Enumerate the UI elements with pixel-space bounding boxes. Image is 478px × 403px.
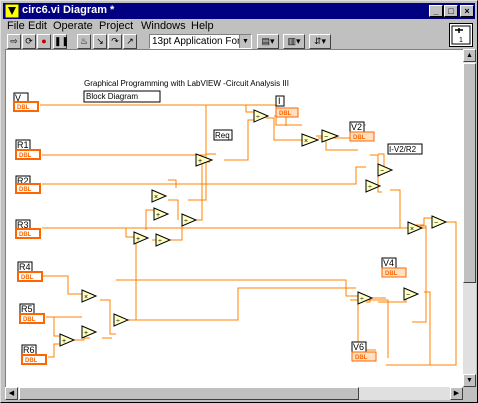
label-Req: Req xyxy=(213,129,233,141)
connector-pane-label: 1 xyxy=(459,37,463,44)
svg-text:R4: R4 xyxy=(19,262,31,272)
menu-bar: File Edit Operate Project Windows Help xyxy=(3,19,475,33)
control-R4[interactable]: R4 DBL xyxy=(17,261,43,282)
step-into-icon[interactable]: ↘ xyxy=(93,34,107,49)
svg-text:÷: ÷ xyxy=(116,318,120,325)
svg-text:Req: Req xyxy=(215,131,230,140)
control-R5[interactable]: R5 DBL xyxy=(19,303,45,324)
svg-text:×: × xyxy=(410,226,414,233)
run-arrow-icon[interactable]: ⇨ xyxy=(7,34,21,49)
svg-text:×: × xyxy=(304,138,308,145)
scroll-left-icon[interactable]: ◀ xyxy=(5,387,18,400)
control-R3[interactable]: R3 DBL xyxy=(15,219,41,239)
connector-pane-icon[interactable]: 1 xyxy=(449,23,473,47)
svg-text:+: + xyxy=(62,338,66,345)
font-selector[interactable]: 13pt Application Font ▼ xyxy=(149,34,252,49)
title-bar[interactable]: circ6.vi Diagram * _ □ × xyxy=(3,3,475,19)
block-diagram: Graphical Programming with LabVIEW -Circ… xyxy=(13,79,457,366)
maximize-button[interactable]: □ xyxy=(444,5,458,17)
svg-text:R5: R5 xyxy=(21,304,33,314)
labview-app-icon xyxy=(5,4,19,18)
step-over-icon[interactable]: ↷ xyxy=(108,34,122,49)
control-R1[interactable]: R1 DBL xyxy=(15,139,41,160)
svg-text:R6: R6 xyxy=(23,345,35,355)
svg-text:+: + xyxy=(84,330,88,337)
step-out-icon[interactable]: ↗ xyxy=(123,34,137,49)
align-icon[interactable]: ▤▾ xyxy=(257,34,279,49)
svg-text:+: + xyxy=(156,212,160,219)
font-selector-value: 13pt Application Font xyxy=(152,36,246,47)
svg-text:R1: R1 xyxy=(17,140,29,150)
pause-icon[interactable]: ❚❚ xyxy=(53,34,69,49)
svg-text:DBL: DBL xyxy=(21,275,34,281)
menu-operate[interactable]: Operate xyxy=(53,20,93,32)
horizontal-scrollbar[interactable]: ◀ ▶ xyxy=(5,387,463,400)
menu-project[interactable]: Project xyxy=(99,20,133,32)
indicator-V6[interactable]: V6 DBL xyxy=(351,341,377,362)
svg-text:I: I xyxy=(278,96,281,106)
menu-help[interactable]: Help xyxy=(191,20,214,32)
toolbar: ⇨ ⟳ ● ❚❚ ♨ ↘ ↷ ↗ 13pt Application Font ▼… xyxy=(3,33,475,49)
svg-text:÷: ÷ xyxy=(256,114,260,121)
block-diagram-canvas[interactable]: Graphical Programming with LabVIEW -Circ… xyxy=(5,49,463,387)
menu-edit[interactable]: Edit xyxy=(28,20,47,32)
svg-text:+: + xyxy=(136,236,140,243)
vertical-scroll-thumb[interactable] xyxy=(463,63,476,283)
svg-text:DBL: DBL xyxy=(19,187,32,193)
svg-text:×: × xyxy=(84,294,88,301)
svg-text:DBL: DBL xyxy=(19,232,32,238)
connector-pane-graphic: 1 xyxy=(451,25,471,45)
svg-text:V6: V6 xyxy=(353,342,364,352)
scroll-right-icon[interactable]: ▶ xyxy=(450,387,463,400)
window-title: circ6.vi Diagram * xyxy=(22,4,115,16)
menu-windows[interactable]: Windows xyxy=(141,20,186,32)
horizontal-scroll-thumb[interactable] xyxy=(19,387,359,400)
indicator-V2[interactable]: V2 DBL xyxy=(349,121,375,142)
svg-text:V4: V4 xyxy=(383,258,394,268)
minimize-button[interactable]: _ xyxy=(429,5,443,17)
indicator-I[interactable]: I DBL xyxy=(275,95,299,118)
menu-file[interactable]: File xyxy=(7,20,25,32)
svg-text:+: + xyxy=(198,158,202,165)
svg-text:−: − xyxy=(406,292,410,299)
svg-text:I-V2/R2: I-V2/R2 xyxy=(389,145,417,154)
svg-text:÷: ÷ xyxy=(360,296,364,303)
control-R2[interactable]: R2 DBL xyxy=(15,175,41,194)
svg-text:DBL: DBL xyxy=(19,153,32,159)
reorder-icon[interactable]: ⇵▾ xyxy=(309,34,331,49)
abort-icon[interactable]: ● xyxy=(37,34,51,49)
svg-text:DBL: DBL xyxy=(279,111,292,117)
close-button[interactable]: × xyxy=(460,5,474,17)
indicator-V4[interactable]: V4 DBL xyxy=(381,257,407,278)
svg-text:DBL: DBL xyxy=(353,135,366,141)
run-continuous-icon[interactable]: ⟳ xyxy=(22,34,36,49)
highlight-bulb-icon[interactable]: ♨ xyxy=(77,34,91,49)
svg-text:×: × xyxy=(154,194,158,201)
diagram-subtitle: Block Diagram xyxy=(86,92,138,101)
svg-text:DBL: DBL xyxy=(385,271,398,277)
vi-diagram-window: circ6.vi Diagram * _ □ × File Edit Opera… xyxy=(0,0,478,403)
svg-text:V2: V2 xyxy=(351,122,362,132)
svg-text:−: − xyxy=(324,134,328,141)
svg-text:÷: ÷ xyxy=(368,184,372,191)
chevron-down-icon: ▼ xyxy=(239,35,251,48)
control-R6[interactable]: R6 DBL xyxy=(21,344,47,365)
scroll-down-icon[interactable]: ▼ xyxy=(463,374,476,387)
diagram-title: Graphical Programming with LabVIEW -Circ… xyxy=(84,79,289,88)
distribute-icon[interactable]: ▥▾ xyxy=(283,34,305,49)
node-operator-glyphs: ÷ × − + × + ÷ + ÷ ÷ − × − × + + ÷ ÷ − xyxy=(62,114,438,345)
svg-text:DBL: DBL xyxy=(25,358,38,364)
vertical-scrollbar[interactable]: ▲ ▼ xyxy=(463,49,476,387)
control-V[interactable]: V DBL xyxy=(13,92,39,112)
svg-text:DBL: DBL xyxy=(17,105,30,111)
svg-text:DBL: DBL xyxy=(355,355,368,361)
svg-text:−: − xyxy=(434,220,438,227)
svg-text:÷: ÷ xyxy=(158,238,162,245)
indicator-I-V2-R2[interactable]: I-V2/R2 xyxy=(387,143,423,155)
svg-text:−: − xyxy=(380,168,384,175)
svg-text:DBL: DBL xyxy=(23,317,36,323)
svg-text:÷: ÷ xyxy=(184,218,188,225)
scroll-up-icon[interactable]: ▲ xyxy=(463,49,476,62)
